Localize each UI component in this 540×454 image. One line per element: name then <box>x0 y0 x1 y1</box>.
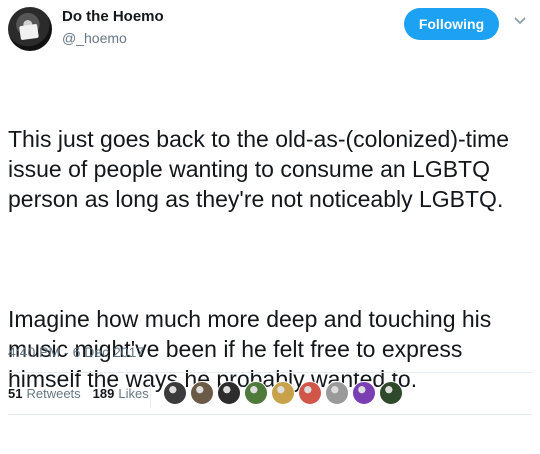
tweet-paragraph-1: This just goes back to the old-as-(colon… <box>8 126 516 212</box>
retweets-label: Retweets <box>26 386 81 401</box>
retweets-stat[interactable]: 51 Retweets <box>8 386 81 401</box>
tweet-header: Do the Hoemo @_hoemo Following <box>0 0 540 58</box>
stats-separator <box>150 378 151 408</box>
liker-avatar-5[interactable] <box>271 381 295 405</box>
tweet-stats: 51 Retweets 189 Likes <box>8 386 161 401</box>
user-handle[interactable]: @_hoemo <box>62 30 127 46</box>
liker-avatars <box>163 381 406 405</box>
liker-avatar-6[interactable] <box>298 381 322 405</box>
liker-avatar-2[interactable] <box>190 381 214 405</box>
following-button[interactable]: Following <box>404 8 499 40</box>
retweets-count: 51 <box>8 386 23 401</box>
divider <box>8 414 532 415</box>
display-name[interactable]: Do the Hoemo <box>62 8 164 25</box>
likes-label: Likes <box>118 386 149 401</box>
liker-avatar-1[interactable] <box>163 381 187 405</box>
liker-avatar-7[interactable] <box>325 381 349 405</box>
divider <box>8 372 532 373</box>
tweet-timestamp[interactable]: 4:40 PM - 6 Dec 2017 <box>8 344 144 360</box>
avatar[interactable] <box>8 7 52 51</box>
liker-avatar-3[interactable] <box>217 381 241 405</box>
likes-count: 189 <box>92 386 115 401</box>
likes-stat[interactable]: 189 Likes <box>93 386 149 401</box>
mug-icon <box>19 23 39 41</box>
liker-avatar-4[interactable] <box>244 381 268 405</box>
liker-avatar-9[interactable] <box>379 381 403 405</box>
chevron-down-icon[interactable] <box>513 14 527 28</box>
liker-avatar-8[interactable] <box>352 381 376 405</box>
